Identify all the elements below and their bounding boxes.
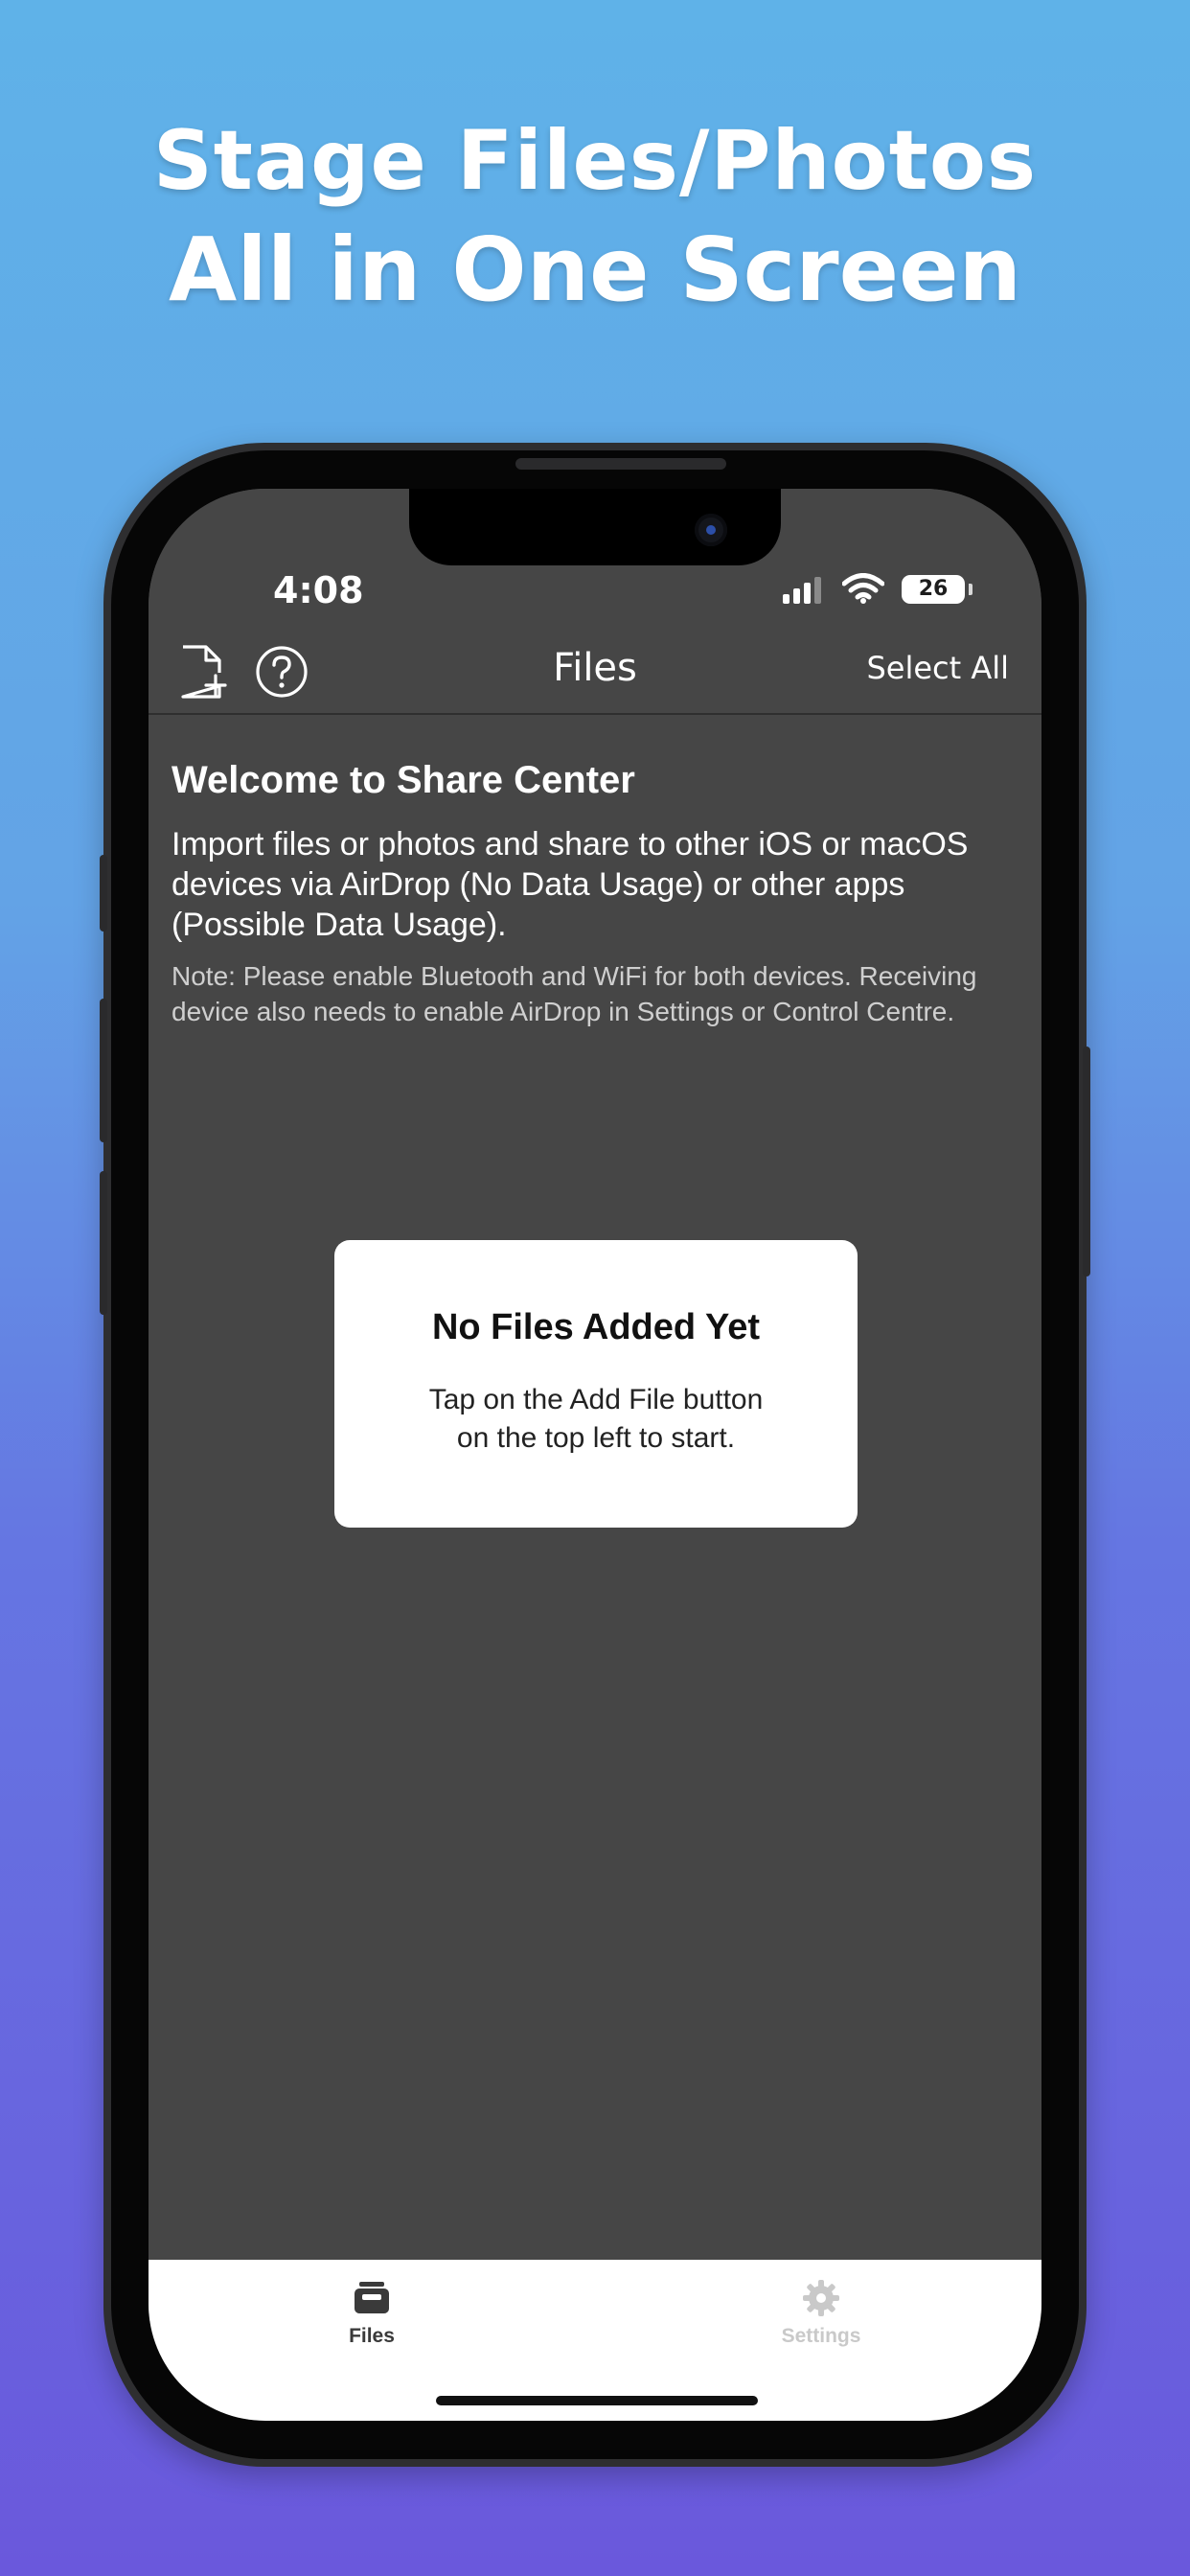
empty-state-message: Tap on the Add File button on the top le… (334, 1381, 858, 1458)
tab-files[interactable]: Files (228, 2277, 515, 2348)
tab-files-label: Files (349, 2325, 395, 2347)
empty-state-card: No Files Added Yet Tap on the Add File b… (334, 1240, 858, 1528)
nav-bar: Files Select All (149, 625, 1041, 715)
welcome-note: Note: Please enable Bluetooth and WiFi f… (172, 961, 977, 1026)
help-icon[interactable] (254, 644, 309, 700)
app-screen: 4:08 26 Files Select All Welcome to Shar… (149, 489, 1041, 2421)
tab-bar: Files Settings (149, 2260, 1041, 2421)
power-button (1083, 1046, 1090, 1276)
front-camera (695, 514, 727, 546)
select-all-button[interactable]: Select All (866, 650, 1009, 686)
wifi-icon (842, 573, 884, 604)
volume-down-button (100, 1171, 107, 1315)
promo-headline-2: All in One Screen (169, 218, 1021, 321)
status-bar: 4:08 26 (149, 489, 1041, 625)
welcome-description: Import files or photos and share to othe… (172, 826, 969, 943)
gear-icon (803, 2280, 839, 2316)
phone-frame: 4:08 26 Files Select All Welcome to Shar… (100, 443, 1090, 2467)
empty-state-line-2: on the top left to start. (456, 1422, 736, 1454)
dynamic-notch (409, 489, 781, 565)
home-indicator (436, 2396, 758, 2405)
empty-state-title: No Files Added Yet (431, 1307, 761, 1347)
volume-up-button (100, 999, 107, 1142)
welcome-title: Welcome to Share Center (172, 759, 635, 801)
action-button (100, 855, 107, 932)
signal-icon (783, 577, 821, 604)
tab-settings[interactable]: Settings (677, 2277, 965, 2348)
tab-settings-label: Settings (781, 2325, 861, 2347)
empty-state-line-1: Tap on the Add File button (428, 1384, 764, 1415)
speaker-grille (515, 458, 726, 470)
add-file-icon[interactable] (177, 644, 229, 700)
promo-headline-1: Stage Files/Photos (152, 113, 1038, 209)
battery-tip (969, 584, 973, 595)
status-time: 4:08 (273, 569, 364, 611)
battery-indicator: 26 (902, 575, 965, 604)
tray-icon (355, 2282, 389, 2313)
